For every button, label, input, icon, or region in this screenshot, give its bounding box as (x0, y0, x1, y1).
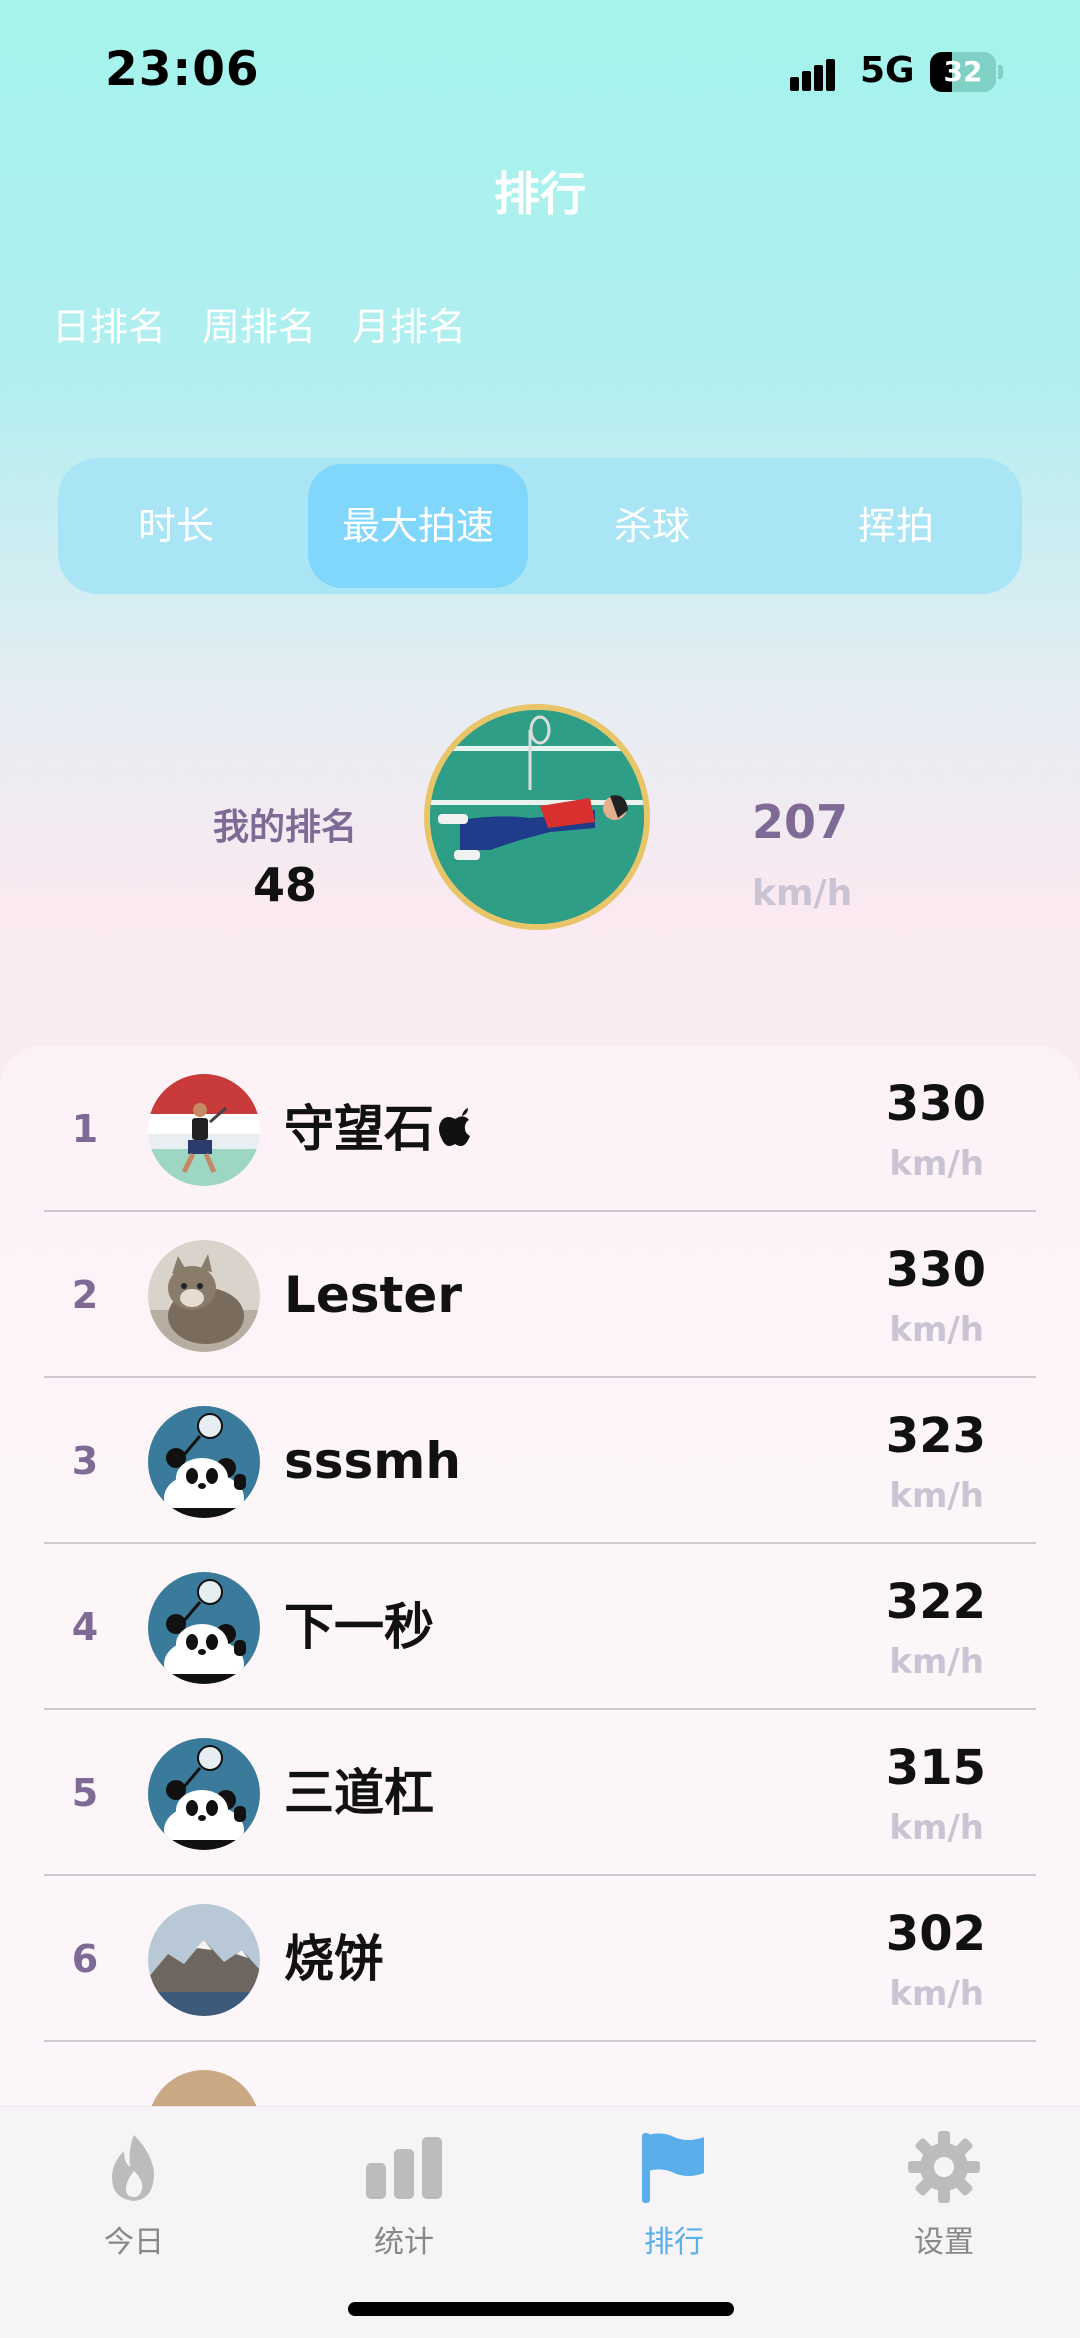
tab-label: 排行 (644, 2225, 704, 2260)
my-rank-label: 我的排名 (212, 807, 357, 848)
row-unit: km/h (889, 1476, 984, 1516)
tab-ranking[interactable]: 排行 (574, 2127, 774, 2261)
flag-icon (634, 2127, 714, 2207)
metric-tab-max-speed[interactable]: 最大拍速 (308, 464, 528, 588)
status-time: 23:06 (105, 42, 260, 97)
user-name: 烧饼 (284, 1930, 384, 1988)
leaderboard-list: 1 守望石 330 km/h 2 Lester 330 km/h 3 sssmh… (0, 1046, 1080, 2106)
bar-chart-icon (364, 2127, 444, 2207)
my-rank-value: 48 (252, 858, 317, 912)
leaderboard-row[interactable]: 3 sssmh 323 km/h (0, 1378, 1080, 1544)
page-title: 排行 (494, 167, 586, 221)
row-unit: km/h (889, 1642, 984, 1682)
my-avatar[interactable] (424, 704, 650, 930)
leaderboard-row[interactable]: 5 三道杠 315 km/h (0, 1710, 1080, 1876)
tab-label: 今日 (104, 2225, 164, 2260)
battery-icon: 32 (930, 52, 1004, 92)
row-rank: 1 (71, 1107, 99, 1151)
user-avatar (148, 1904, 260, 2016)
user-name: 守望石 (284, 1046, 472, 1212)
row-rank: 2 (71, 1273, 99, 1317)
row-unit: km/h (889, 1974, 984, 2014)
period-tabs: 日排名 周排名 月排名 (52, 296, 466, 351)
row-unit: km/h (889, 1144, 984, 1184)
row-value: 330 (885, 1242, 986, 1298)
user-name: 三道杠 (284, 1764, 434, 1822)
row-value: 330 (885, 1076, 986, 1132)
leaderboard-row[interactable]: 1 守望石 330 km/h (0, 1046, 1080, 1212)
tab-monthly-rank[interactable]: 月排名 (352, 296, 466, 351)
row-rank: 3 (71, 1439, 99, 1483)
leaderboard-row[interactable]: 4 下一秒 322 km/h (0, 1544, 1080, 1710)
row-rank: 4 (71, 1605, 99, 1649)
my-speed-unit: km/h (752, 873, 853, 914)
metric-tab-duration[interactable]: 时长 (88, 464, 264, 588)
network-type: 5G (860, 50, 915, 91)
tab-label: 设置 (914, 2225, 974, 2260)
tab-today[interactable]: 今日 (34, 2127, 234, 2261)
user-name: sssmh (284, 1432, 461, 1490)
tab-weekly-rank[interactable]: 周排名 (202, 296, 316, 351)
user-avatar (148, 1240, 260, 1352)
user-name: 下一秒 (284, 1598, 434, 1656)
row-unit: km/h (889, 1310, 984, 1350)
user-avatar (148, 2070, 260, 2106)
row-value: 302 (885, 1906, 986, 1962)
leaderboard-row-partial[interactable] (0, 2042, 1080, 2106)
tab-label: 统计 (374, 2225, 434, 2260)
panda-icon (148, 1738, 260, 1850)
metric-segmented-control: 时长 最大拍速 杀球 挥拍 (58, 458, 1022, 594)
user-name: Lester (284, 1266, 463, 1324)
metric-tab-swing[interactable]: 挥拍 (808, 464, 984, 588)
flame-icon (94, 2127, 174, 2207)
battery-level: 32 (943, 55, 983, 88)
user-avatar (148, 1074, 260, 1186)
row-value: 323 (885, 1408, 986, 1464)
tab-daily-rank[interactable]: 日排名 (52, 296, 166, 351)
home-indicator[interactable] (348, 2302, 734, 2316)
tab-settings[interactable]: 设置 (844, 2127, 1044, 2261)
leaderboard-row[interactable]: 2 Lester 330 km/h (0, 1212, 1080, 1378)
row-rank: 5 (71, 1771, 99, 1815)
my-speed-value: 207 (752, 795, 849, 849)
leaderboard-row[interactable]: 6 烧饼 302 km/h (0, 1876, 1080, 2042)
row-unit: km/h (889, 1808, 984, 1848)
tab-stats[interactable]: 统计 (304, 2127, 504, 2261)
row-rank: 6 (71, 1937, 99, 1981)
panda-icon (148, 1406, 260, 1518)
apple-icon (438, 1048, 472, 1214)
panda-icon (148, 1572, 260, 1684)
gear-icon (904, 2127, 984, 2207)
row-value: 315 (885, 1740, 986, 1796)
signal-icon (790, 55, 846, 91)
status-bar: 23:06 5G 32 (0, 0, 1080, 140)
row-value: 322 (885, 1574, 986, 1630)
metric-tab-smash[interactable]: 杀球 (564, 464, 740, 588)
